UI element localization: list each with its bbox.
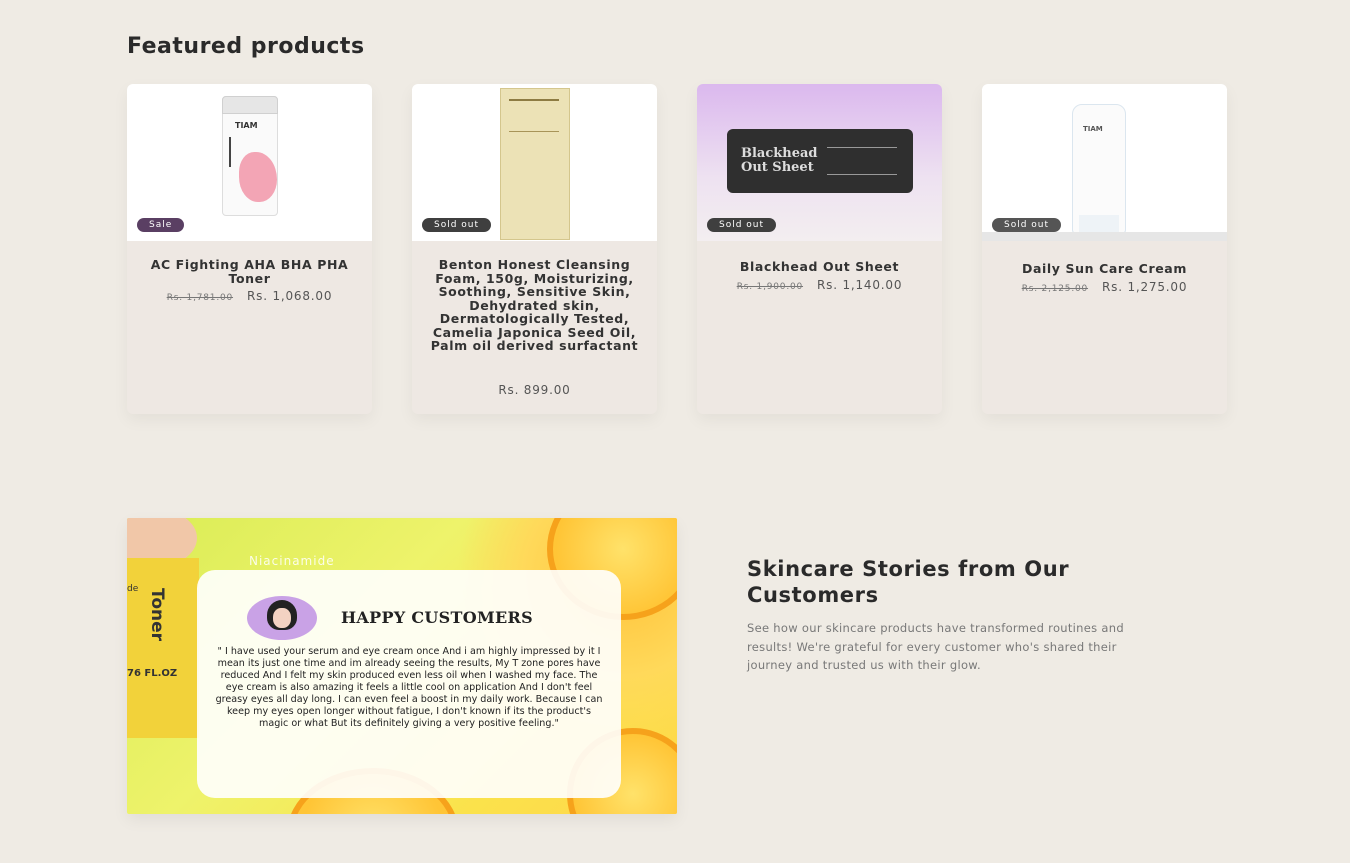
price-old: Rs. 1,900.00 [736,282,804,292]
product-image-blackhead[interactable]: Blackhead Out Sheet Sold out [697,84,942,241]
price-old: Rs. 2,125.00 [1021,284,1089,294]
jar-label-text: Blackhead Out Sheet [741,146,818,175]
product-price-row: Rs. 1,900.00 Rs. 1,140.00 [697,278,942,292]
sale-badge: Sale [137,218,185,232]
product-image-cleansing-foam[interactable]: Sold out [412,84,657,241]
product-card-cleansing-foam[interactable]: Sold out Benton Honest Cleansing Foam, 1… [412,84,657,414]
sun-brand-text: TIAM [1083,125,1103,133]
product-name[interactable]: Benton Honest Cleansing Foam, 150g, Mois… [430,258,639,353]
product-image-sun-cream[interactable]: TIAM Sold out [982,84,1227,241]
price-current: Rs. 899.00 [498,383,571,397]
testimonial-card: HAPPY CUSTOMERS " I have used your serum… [197,570,621,798]
sold-out-badge: Sold out [992,218,1062,232]
bottle-volume-text: 76 FL.OZ [127,668,178,679]
product-name[interactable]: Daily Sun Care Cream [1000,262,1209,276]
sold-out-badge: Sold out [422,218,492,232]
product-name[interactable]: Blackhead Out Sheet [715,260,924,274]
product-name[interactable]: AC Fighting AHA BHA PHA Toner [145,258,354,285]
product-price-row: Rs. 1,781.00 Rs. 1,068.00 [127,289,372,303]
cleansing-foam-tube-image [500,88,570,240]
bottle-vertical-text: Toner [147,588,167,642]
price-current: Rs. 1,140.00 [817,278,903,292]
product-card-blackhead[interactable]: Blackhead Out Sheet Sold out Blackhead O… [697,84,942,414]
product-card-sun-cream[interactable]: TIAM Sold out Daily Sun Care Cream Rs. 2… [982,84,1227,414]
featured-products-title: Featured products [127,34,365,59]
testimonial-quote: " I have used your serum and eye cream o… [215,646,603,729]
testimonial-title: HAPPY CUSTOMERS [341,608,533,627]
toner-brand-text: TIAM [235,121,258,130]
avatar [247,596,317,640]
product-price-row: Rs. 2,125.00 Rs. 1,275.00 [982,280,1227,294]
bottle-side-label: de [127,584,139,594]
sold-out-badge: Sold out [707,218,777,232]
product-price-row: Rs. 899.00 [412,383,657,397]
stories-heading: Skincare Stories from Our Customers [747,557,1070,607]
price-current: Rs. 1,275.00 [1102,280,1188,294]
sun-cream-tube-image: TIAM [1072,104,1126,237]
product-card-toner[interactable]: TIAM Sale AC Fighting AHA BHA PHA Toner … [127,84,372,414]
testimonial-image: de Toner 76 FL.OZ Niacinamide HAPPY CUST… [127,518,677,814]
stories-description: See how our skincare products have trans… [747,621,1124,673]
product-image-toner[interactable]: TIAM Sale [127,84,372,241]
toner-bottle-image: TIAM [222,96,278,216]
price-current: Rs. 1,068.00 [247,289,333,303]
niacinamide-text: Niacinamide [249,554,335,568]
price-old: Rs. 1,781.00 [166,293,234,303]
blackhead-jar-image: Blackhead Out Sheet [727,129,913,193]
